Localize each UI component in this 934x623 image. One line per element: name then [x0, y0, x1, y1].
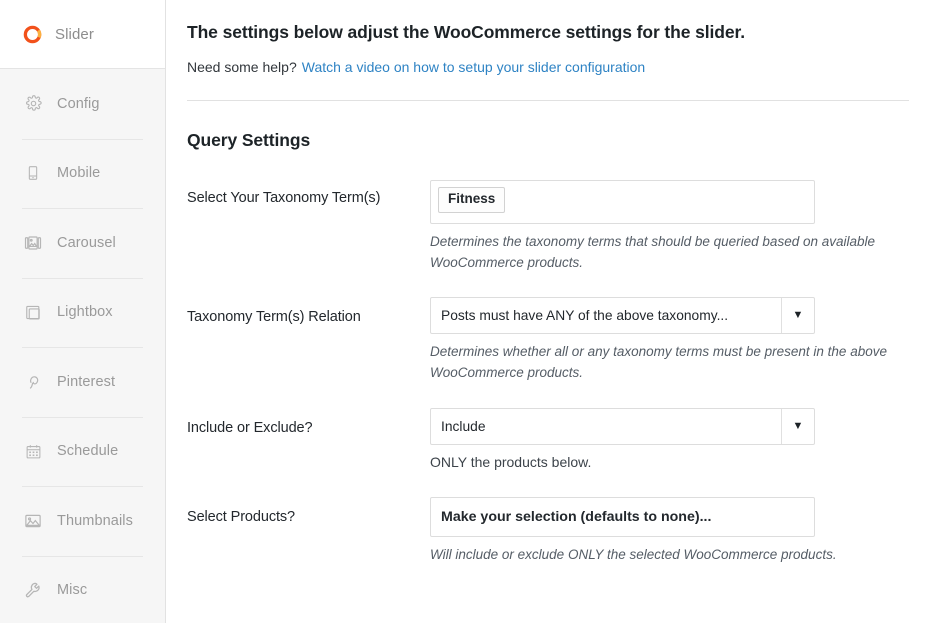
field-description: Will include or exclude ONLY the selecte… — [430, 547, 837, 563]
include-exclude-select[interactable]: Include ▼ — [430, 407, 815, 445]
chevron-down-icon[interactable]: ▼ — [781, 297, 814, 333]
calendar-icon — [23, 441, 43, 461]
carousel-image-icon — [23, 233, 43, 253]
chevron-down-icon[interactable]: ▼ — [781, 408, 814, 444]
field-label: Select Your Taxonomy Term(s) — [187, 190, 381, 206]
taxonomy-relation-select[interactable]: Posts must have ANY of the above taxonom… — [430, 296, 815, 334]
sidebar-item-schedule[interactable]: Schedule — [0, 416, 165, 487]
field-description: Determines the taxonomy terms that shoul… — [430, 234, 876, 270]
sidebar-brand[interactable]: Slider — [0, 0, 165, 69]
lightbox-window-icon — [23, 302, 43, 322]
field-row-include-exclude: Include or Exclude? Include ▼ ONLY the p… — [187, 407, 910, 474]
sidebar-item-label: Pinterest — [57, 373, 116, 390]
field-control: Posts must have ANY of the above taxonom… — [430, 296, 910, 384]
sidebar-item-config[interactable]: Config — [0, 69, 165, 139]
wrench-icon — [23, 580, 43, 600]
sidebar-item-label: Schedule — [57, 443, 119, 460]
section-divider — [187, 100, 909, 101]
sidebar-item-lightbox[interactable]: Lightbox — [0, 277, 165, 348]
sidebar-item-thumbnails[interactable]: Thumbnails — [0, 486, 165, 556]
field-control: Fitness Determines the taxonomy terms th… — [430, 180, 910, 274]
query-settings-title: Query Settings — [187, 130, 311, 150]
sidebar-item-label: Config — [57, 95, 100, 112]
help-line: Need some help? Watch a video on how to s… — [187, 59, 910, 75]
gear-icon — [23, 94, 43, 114]
select-value: Posts must have ANY of the above taxonom… — [441, 307, 729, 323]
mobile-phone-icon — [23, 163, 43, 183]
field-label: Taxonomy Term(s) Relation — [187, 308, 361, 325]
sidebar-item-pinterest[interactable]: Pinterest — [0, 347, 165, 417]
field-control: Include ▼ ONLY the products below. — [430, 407, 910, 474]
settings-page: Slider Config Mobile Carousel Lightbox P… — [0, 0, 934, 623]
field-row-taxonomy-relation: Taxonomy Term(s) Relation Posts must hav… — [187, 296, 910, 384]
taxonomy-term-token[interactable]: Fitness — [438, 187, 506, 213]
sidebar-nav: Config Mobile Carousel Lightbox Pinteres… — [0, 69, 165, 623]
field-description: Determines whether all or any taxonomy t… — [430, 343, 887, 380]
pinterest-icon — [23, 372, 43, 392]
taxonomy-terms-input[interactable]: Fitness — [430, 180, 815, 224]
field-control: Make your selection (defaults to none)..… — [430, 497, 910, 566]
select-value: Include — [441, 418, 486, 434]
page-title: The settings below adjust the WooCommerc… — [187, 22, 746, 42]
field-label: Select Products? — [187, 509, 296, 526]
sidebar-item-label: Mobile — [57, 165, 101, 182]
field-label: Include or Exclude? — [187, 419, 313, 436]
select-products-input[interactable]: Make your selection (defaults to none)..… — [430, 497, 815, 538]
sidebar-item-label: Carousel — [57, 234, 116, 251]
sidebar-brand-label: Slider — [55, 25, 94, 43]
sidebar-item-misc[interactable]: Misc — [0, 555, 165, 623]
main-content: The settings below adjust the WooCommerc… — [166, 0, 934, 623]
field-row-taxonomy-terms: Select Your Taxonomy Term(s) Fitness Det… — [187, 180, 910, 274]
select-placeholder-value: Make your selection (defaults to none)..… — [441, 509, 712, 526]
sidebar-item-label: Misc — [57, 582, 88, 599]
watch-video-link[interactable]: Watch a video on how to setup your slide… — [302, 59, 645, 75]
help-prefix-label: Need some help? — [187, 59, 297, 75]
field-description: ONLY the products below. — [430, 453, 592, 470]
sidebar-item-label: Lightbox — [57, 304, 113, 321]
sidebar-item-label: Thumbnails — [57, 512, 133, 529]
sidebar-item-carousel[interactable]: Carousel — [0, 208, 165, 278]
sidebar-item-mobile[interactable]: Mobile — [0, 138, 165, 209]
thumbnails-image-icon — [23, 511, 43, 531]
field-row-select-products: Select Products? Make your selection (de… — [187, 497, 910, 566]
sidebar: Slider Config Mobile Carousel Lightbox P… — [0, 0, 166, 623]
slider-ring-icon — [22, 24, 42, 44]
